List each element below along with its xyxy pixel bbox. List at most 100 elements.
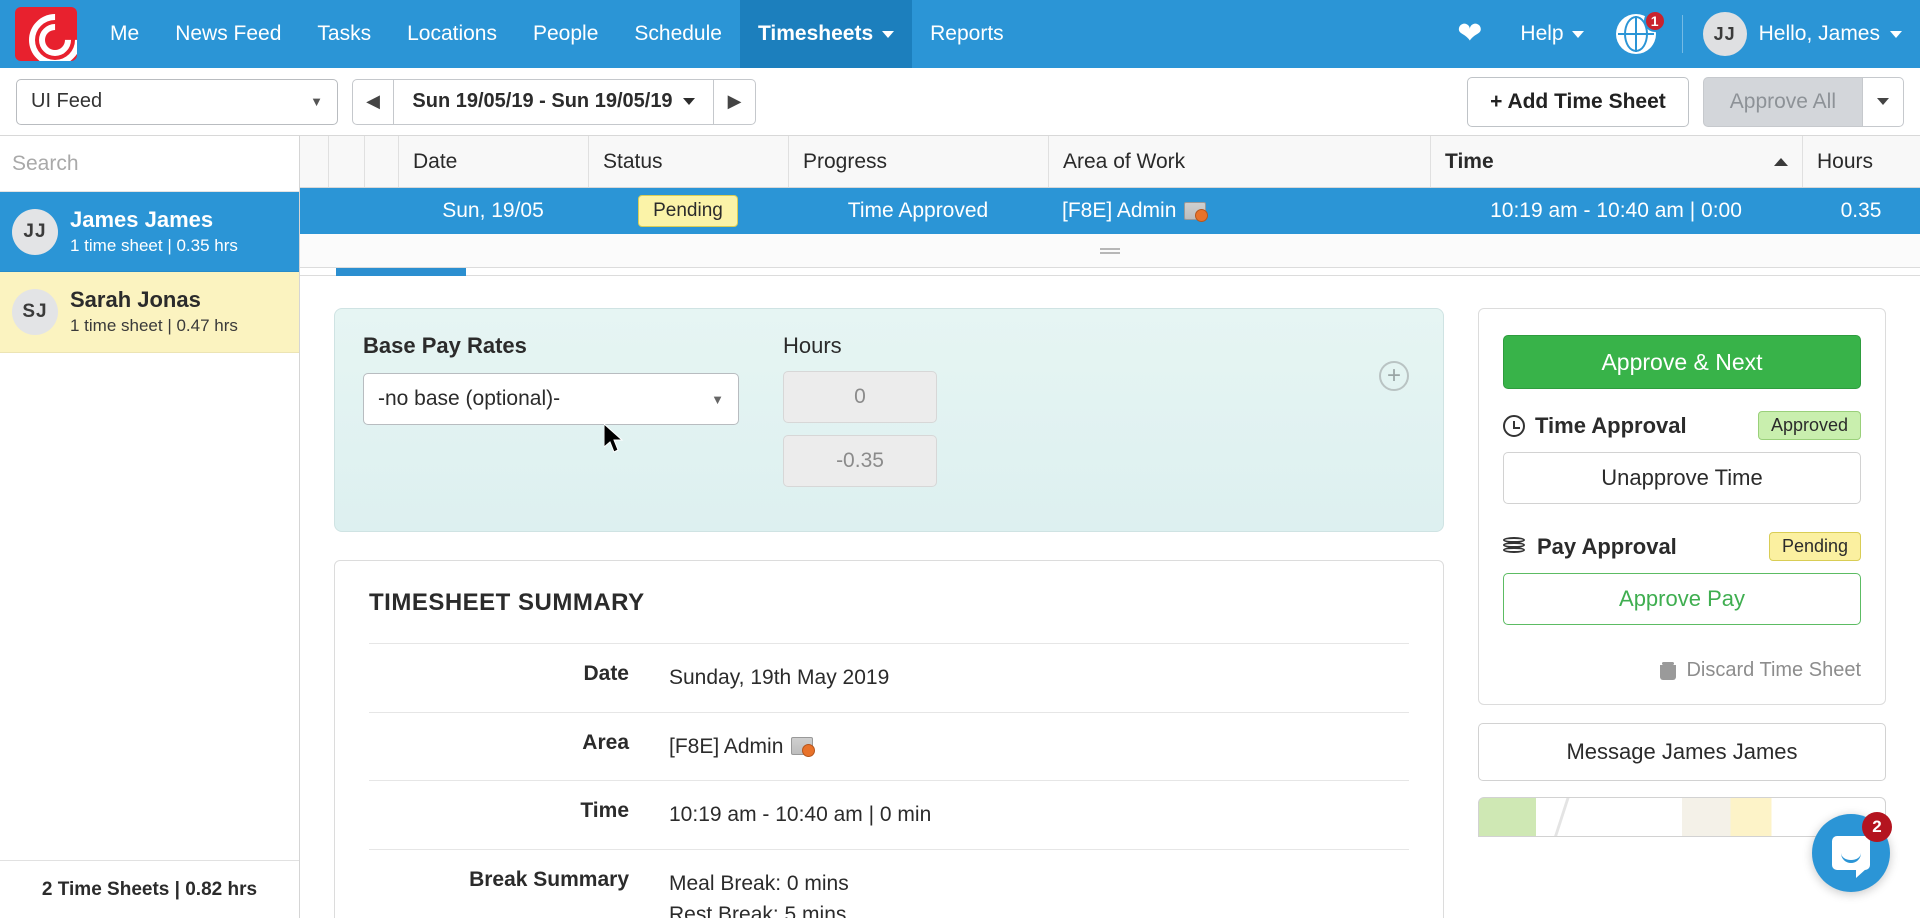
person-text: James James 1 time sheet | 0.35 hrs bbox=[70, 206, 238, 257]
help-menu[interactable]: Help bbox=[1504, 22, 1599, 46]
discard-time-sheet-label: Discard Time Sheet bbox=[1686, 659, 1861, 681]
grid-col-label: Status bbox=[603, 149, 663, 173]
person-name: James James bbox=[70, 207, 214, 232]
user-menu[interactable]: JJ Hello, James bbox=[1693, 12, 1902, 56]
pay-approval-label-group: Pay Approval bbox=[1503, 534, 1677, 560]
list-item-person-james-james[interactable]: JJ James James 1 time sheet | 0.35 hrs bbox=[0, 192, 299, 273]
approval-card: Approve & Next Time Approval Approved Un… bbox=[1478, 308, 1886, 705]
table-row[interactable]: Sun, 19/05 Pending Time Approved [F8E] A… bbox=[300, 188, 1920, 234]
row-cell-area-of-work: [F8E] Admin bbox=[1048, 188, 1430, 234]
notifications-globe-button[interactable]: 1 bbox=[1600, 10, 1672, 54]
heart-icon[interactable]: ❤ bbox=[1435, 19, 1504, 49]
summary-row-time: Time 10:19 am - 10:40 am | 0 min bbox=[369, 780, 1409, 849]
status-badge: Pending bbox=[638, 195, 738, 227]
hours-column: Hours 0 -0.35 bbox=[783, 333, 937, 499]
grid-col-area-of-work[interactable]: Area of Work bbox=[1049, 136, 1431, 187]
base-pay-column: Base Pay Rates -no base (optional)- ▼ bbox=[363, 333, 739, 499]
area-badge-icon bbox=[791, 737, 816, 758]
grid-col-status[interactable]: Status bbox=[589, 136, 789, 187]
message-user-button[interactable]: Message James James bbox=[1478, 723, 1886, 781]
row-cell-time: 10:19 am - 10:40 am | 0:00 bbox=[1490, 199, 1742, 222]
approve-and-next-button[interactable]: Approve & Next bbox=[1503, 335, 1861, 389]
people-sidebar: JJ James James 1 time sheet | 0.35 hrs S… bbox=[0, 136, 300, 918]
summary-value: 10:19 am - 10:40 am | 0 min bbox=[669, 803, 932, 826]
summary-value: Meal Break: 0 mins Rest Break: 5 mins bbox=[669, 868, 849, 918]
add-pay-rate-icon[interactable]: + bbox=[1379, 361, 1409, 391]
pay-approval-status-badge: Pending bbox=[1768, 532, 1861, 561]
unapprove-time-button[interactable]: Unapprove Time bbox=[1503, 452, 1861, 504]
hours-label: Hours bbox=[783, 333, 842, 358]
time-approval-header: Time Approval Approved bbox=[1503, 411, 1861, 440]
grid-col-label: Area of Work bbox=[1063, 149, 1186, 173]
summary-row-break-summary: Break Summary Meal Break: 0 mins Rest Br… bbox=[369, 848, 1409, 918]
app-logo[interactable] bbox=[0, 0, 92, 68]
grid-col-spacer-2 bbox=[329, 136, 365, 187]
trash-icon bbox=[1660, 661, 1677, 680]
avatar: JJ bbox=[12, 208, 58, 255]
nav-item-timesheets[interactable]: Timesheets bbox=[739, 0, 913, 68]
timesheet-content: Date Status Progress Area of Work Time H… bbox=[300, 136, 1920, 918]
next-period-button[interactable]: ▶ bbox=[714, 78, 756, 125]
date-range-button[interactable]: Sun 19/05/19 - Sun 19/05/19 bbox=[394, 78, 714, 125]
grid-splitter-handle[interactable] bbox=[300, 234, 1920, 268]
prev-period-button[interactable]: ◀ bbox=[352, 78, 394, 125]
nav-label: News Feed bbox=[175, 22, 282, 45]
coins-icon bbox=[1503, 536, 1527, 557]
approve-all-group: Approve All bbox=[1702, 76, 1904, 127]
nav-item-news-feed[interactable]: News Feed bbox=[157, 0, 299, 68]
date-range-label: Sun 19/05/19 - Sun 19/05/19 bbox=[412, 90, 673, 112]
approve-all-dropdown-button[interactable] bbox=[1862, 76, 1904, 127]
chevron-down-icon: ▼ bbox=[310, 94, 323, 109]
nav-item-tasks[interactable]: Tasks bbox=[299, 0, 389, 68]
base-pay-rate-value: -no base (optional)- bbox=[378, 387, 561, 410]
chat-launcher-button[interactable]: 2 bbox=[1812, 812, 1892, 892]
nav-label: Me bbox=[110, 22, 140, 45]
chat-bubble-icon bbox=[1832, 836, 1870, 878]
nav-item-reports[interactable]: Reports bbox=[912, 0, 1022, 68]
time-approval-label-group: Time Approval bbox=[1503, 413, 1687, 439]
hours-input-1[interactable]: 0 bbox=[783, 371, 937, 423]
unapprove-time-label: Unapprove Time bbox=[1601, 465, 1763, 490]
grid-col-progress[interactable]: Progress bbox=[789, 136, 1049, 187]
time-approval-status-badge: Approved bbox=[1757, 411, 1861, 440]
grid-col-label: Time bbox=[1445, 149, 1494, 173]
search-input[interactable] bbox=[12, 151, 287, 176]
detail-left-pane: Base Pay Rates -no base (optional)- ▼ Ho… bbox=[334, 308, 1444, 918]
grid-col-hours[interactable]: Hours bbox=[1803, 136, 1920, 187]
summary-value: Sunday, 19th May 2019 bbox=[669, 666, 890, 689]
avatar: JJ bbox=[1702, 12, 1747, 56]
summary-value-text: [F8E] Admin bbox=[669, 734, 784, 758]
grid-col-date[interactable]: Date bbox=[399, 136, 589, 187]
nav-right-cluster: ❤ Help 1 JJ Hello, James bbox=[1435, 0, 1920, 68]
approve-all-button[interactable]: Approve All bbox=[1702, 76, 1862, 127]
summary-row-date: Date Sunday, 19th May 2019 bbox=[369, 643, 1409, 712]
nav-label: Reports bbox=[930, 22, 1004, 45]
nav-item-me[interactable]: Me bbox=[92, 0, 157, 68]
base-pay-rate-select[interactable]: -no base (optional)- ▼ bbox=[363, 373, 739, 425]
grid-col-label: Progress bbox=[803, 149, 888, 173]
pay-approval-label: Pay Approval bbox=[1537, 533, 1677, 559]
nav-item-schedule[interactable]: Schedule bbox=[616, 0, 740, 68]
hours-input-2[interactable]: -0.35 bbox=[783, 435, 937, 487]
prev-arrow-icon: ◀ bbox=[366, 91, 380, 111]
list-item-person-sarah-jonas[interactable]: SJ Sarah Jonas 1 time sheet | 0.47 hrs bbox=[0, 272, 299, 353]
avatar: SJ bbox=[12, 288, 58, 335]
discard-time-sheet-button[interactable]: Discard Time Sheet bbox=[1503, 653, 1861, 682]
grid-col-time[interactable]: Time bbox=[1431, 136, 1803, 187]
toolbar-actions: + Add Time Sheet Approve All bbox=[1467, 76, 1904, 127]
chevron-down-icon bbox=[882, 30, 895, 38]
add-time-sheet-button[interactable]: + Add Time Sheet bbox=[1467, 76, 1689, 127]
base-pay-rates-card: Base Pay Rates -no base (optional)- ▼ Ho… bbox=[334, 308, 1444, 532]
summary-label: Break Summary bbox=[469, 867, 629, 891]
row-cell-progress: Time Approved bbox=[847, 199, 989, 222]
feed-select[interactable]: UI Feed ▼ bbox=[16, 78, 338, 125]
chevron-down-icon bbox=[682, 98, 695, 105]
drag-handle-icon bbox=[1100, 246, 1120, 256]
approve-pay-button[interactable]: Approve Pay bbox=[1503, 573, 1861, 625]
nav-item-people[interactable]: People bbox=[515, 0, 616, 68]
deputy-logo-icon bbox=[15, 7, 77, 61]
chat-unread-badge: 2 bbox=[1862, 812, 1892, 842]
nav-item-locations[interactable]: Locations bbox=[389, 0, 515, 68]
primary-nav-items: Me News Feed Tasks Locations People Sche… bbox=[92, 0, 1022, 68]
